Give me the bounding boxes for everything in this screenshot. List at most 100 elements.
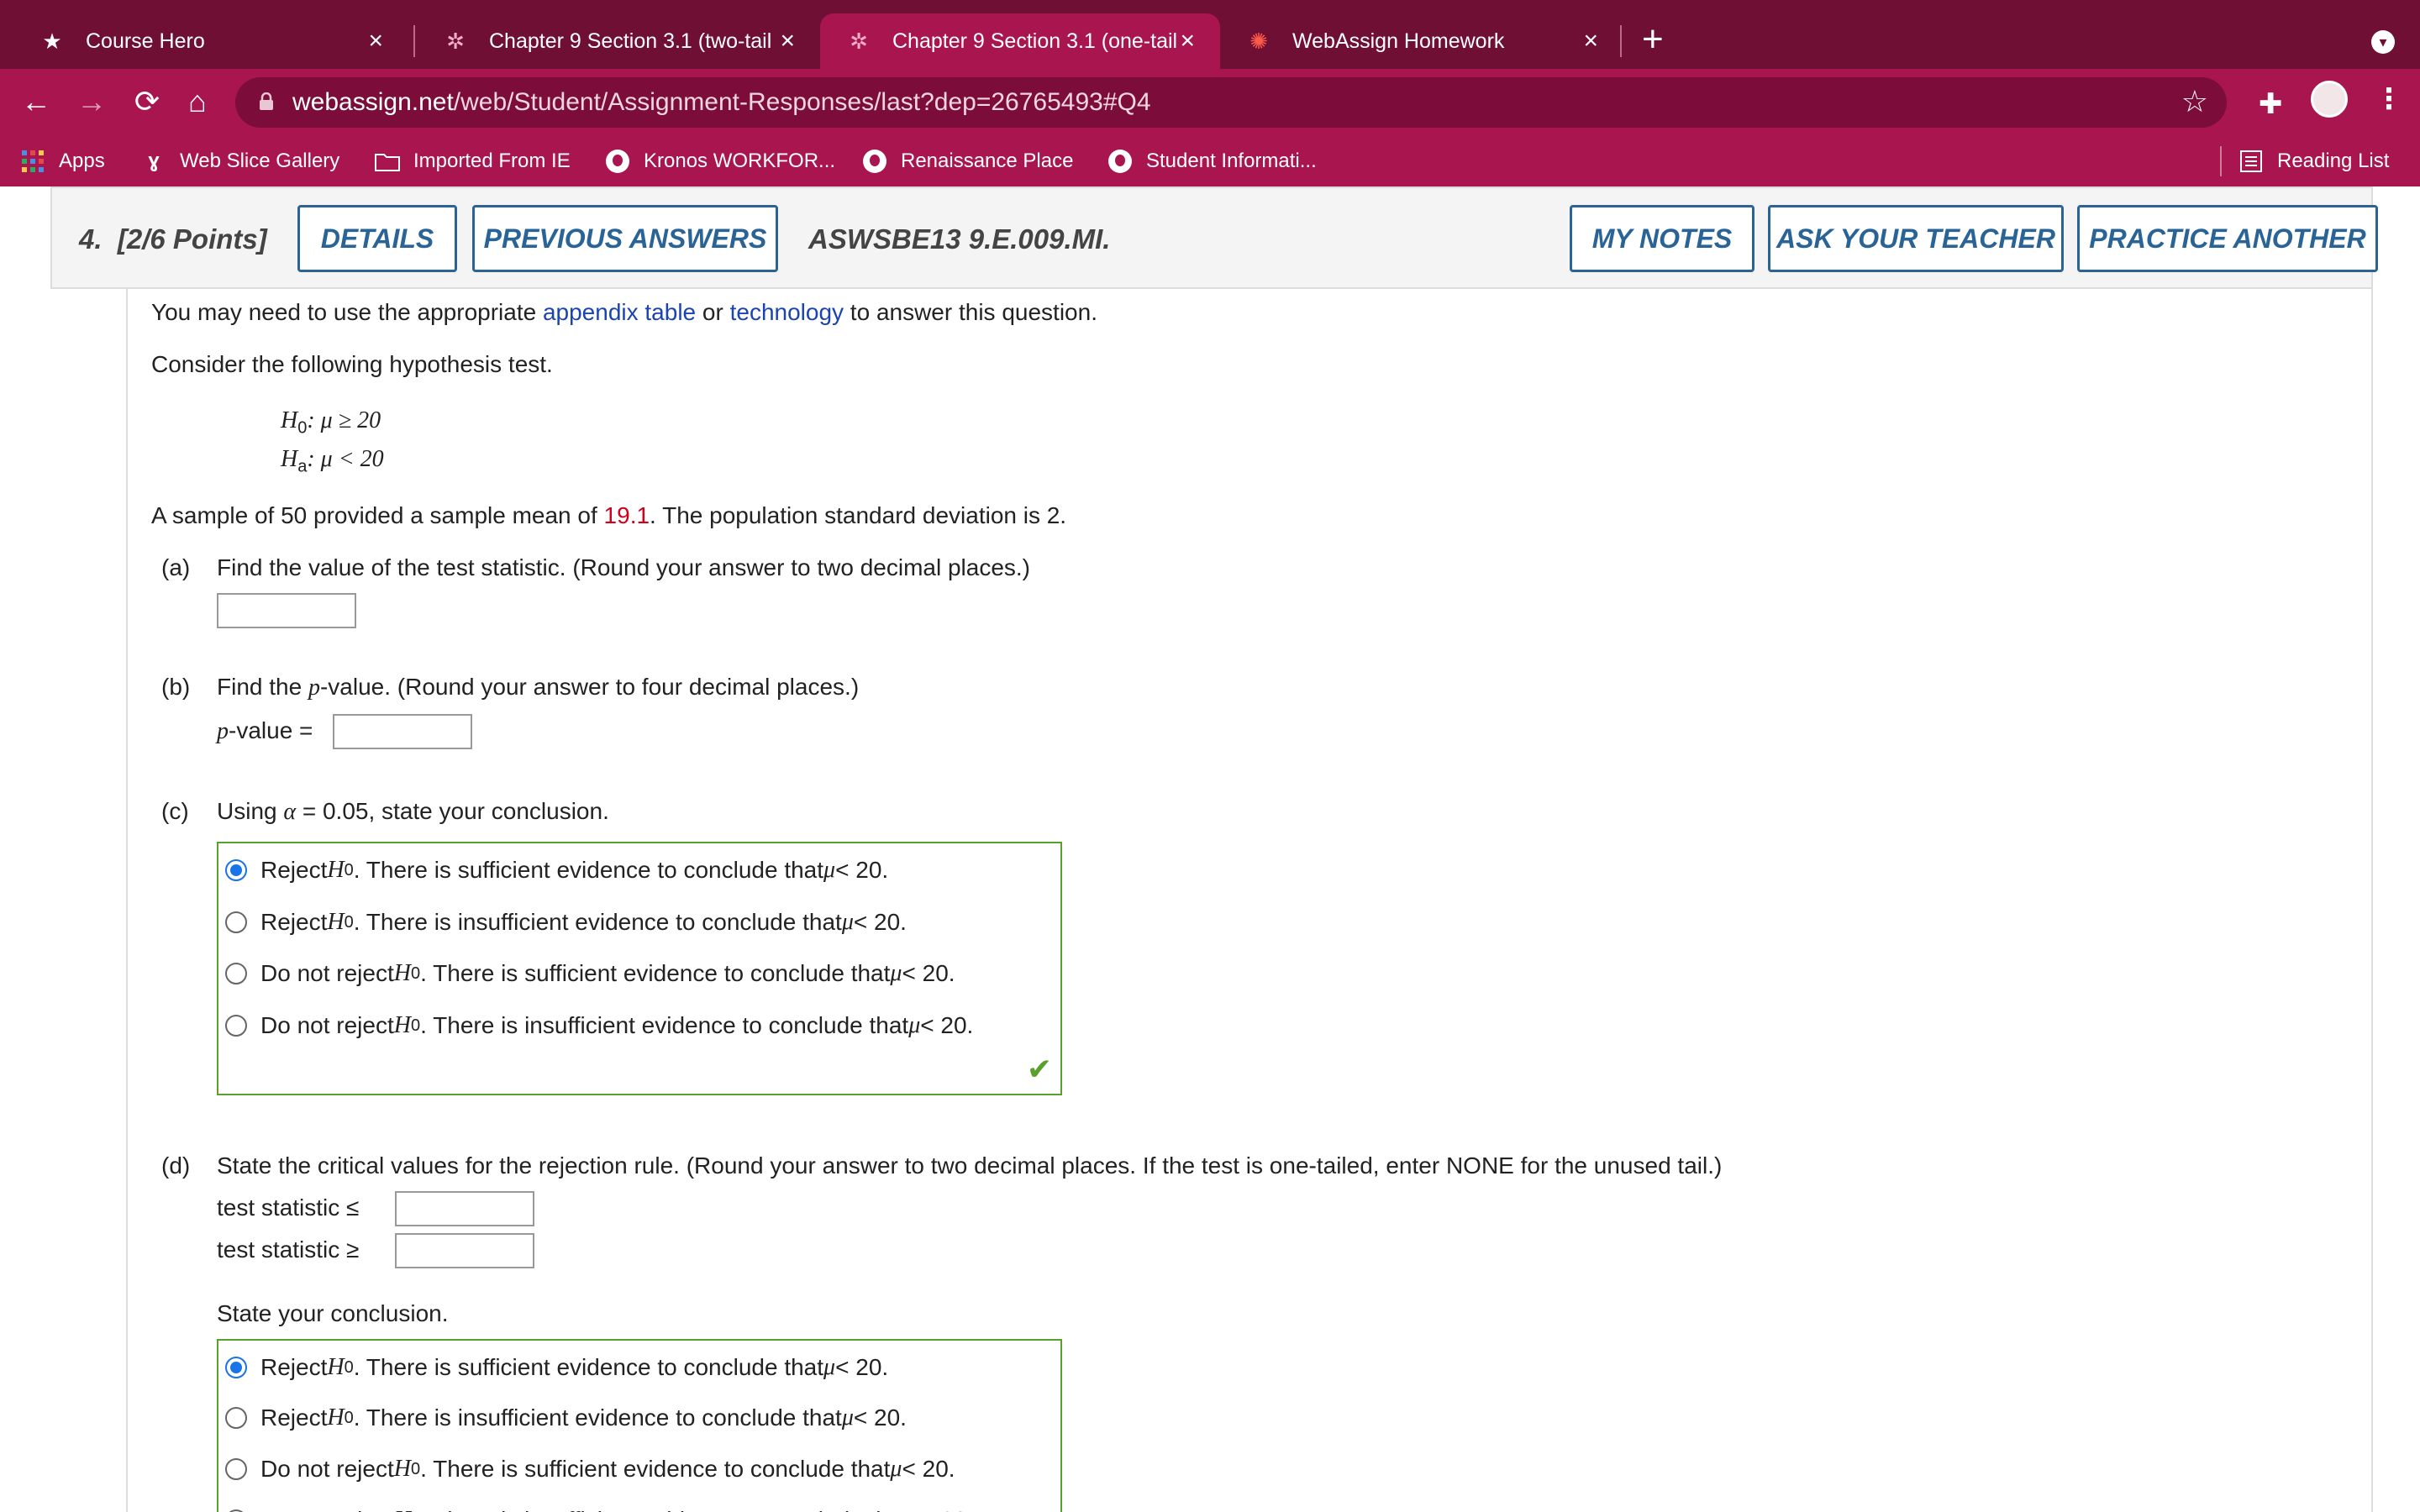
back-icon[interactable]: ←	[15, 81, 57, 123]
previous-answers-button[interactable]: PREVIOUS ANSWERS	[472, 205, 778, 272]
choice-d-1[interactable]: Reject H0. There is sufficient evidence …	[225, 1351, 888, 1384]
details-button[interactable]: DETAILS	[297, 205, 457, 272]
tab-title: Course Hero	[86, 29, 205, 53]
forward-icon[interactable]: →	[71, 81, 113, 123]
radio-button[interactable]	[225, 1407, 247, 1429]
bookmark-label: Kronos WORKFOR...	[644, 150, 836, 172]
choice-c-1[interactable]: Reject H0. There is sufficient evidence …	[225, 853, 888, 887]
technology-link[interactable]: technology	[730, 299, 844, 325]
tab-title: Chapter 9 Section 3.1 (two-tail	[489, 29, 772, 53]
radio-button[interactable]	[225, 911, 247, 933]
bookmark-imported-from-ie[interactable]: Imported From IE	[375, 146, 571, 176]
tab-chapter-one-tail[interactable]: ✲ Chapter 9 Section 3.1 (one-tail ×	[820, 13, 1220, 69]
reload-icon[interactable]: ⟳	[126, 81, 168, 123]
consider-text: Consider the following hypothesis test.	[151, 351, 553, 377]
bookmarks-bar: Apps ɣ Web Slice Gallery Imported From I…	[0, 136, 2420, 186]
tab-chapter-two-tail[interactable]: ✲ Chapter 9 Section 3.1 (two-tail ×	[417, 13, 820, 69]
tab-separator	[413, 25, 415, 57]
close-icon[interactable]: ×	[1180, 27, 1195, 55]
close-icon[interactable]: ×	[368, 27, 383, 55]
radio-button[interactable]	[225, 859, 247, 881]
reading-list-icon	[2238, 149, 2264, 174]
tab-course-hero[interactable]: ★ Course Hero ×	[13, 13, 408, 69]
bookmark-apps[interactable]: Apps	[20, 146, 105, 176]
reading-list-label: Reading List	[2277, 150, 2390, 172]
calculator-icon: ✲	[850, 28, 868, 54]
close-icon[interactable]: ×	[780, 27, 795, 55]
browser-toolbar: ← → ⟳ ⌂ webassign.net/web/Student/Assign…	[0, 69, 2420, 136]
my-notes-button[interactable]: MY NOTES	[1570, 205, 1754, 272]
choice-d-4[interactable]: Do not reject H0. There is insufficient …	[225, 1504, 973, 1512]
bookmark-kronos[interactable]: Kronos WORKFOR...	[605, 146, 835, 176]
url-text: webassign.net/web/Student/Assignment-Res…	[292, 88, 1151, 116]
home-icon[interactable]: ⌂	[176, 81, 218, 123]
part-d-label: (d)	[161, 1152, 191, 1179]
critical-value-lower-input[interactable]	[395, 1191, 534, 1226]
state-conclusion-text: State your conclusion.	[217, 1300, 449, 1326]
test-statistic-le-label: test statistic ≤	[217, 1194, 360, 1221]
bookmark-star-icon[interactable]: ☆	[2181, 84, 2208, 119]
part-d-text: State the critical values for the reject…	[217, 1152, 1723, 1179]
profile-avatar[interactable]	[2311, 81, 2348, 118]
bookmark-renaissance-place[interactable]: Renaissance Place	[862, 146, 1073, 176]
choice-c-2[interactable]: Reject H0. There is insufficient evidenc…	[225, 906, 907, 939]
choice-d-3[interactable]: Do not reject H0. There is sufficient ev…	[225, 1452, 955, 1486]
test-statistic-ge-label: test statistic ≥	[217, 1236, 360, 1263]
radio-button[interactable]	[225, 1458, 247, 1480]
menu-icon[interactable]: ⋮	[2375, 82, 2403, 116]
extensions-icon[interactable]: ✚	[2259, 87, 2283, 121]
address-bar[interactable]: webassign.net/web/Student/Assignment-Res…	[235, 77, 2227, 128]
intro-text: You may need to use the appropriate appe…	[151, 299, 1097, 325]
calculator-icon: ✲	[446, 28, 465, 54]
globe-icon	[605, 149, 630, 174]
p-value-input[interactable]	[333, 714, 472, 749]
bookmark-label: Web Slice Gallery	[180, 150, 340, 172]
bookmark-label: Imported From IE	[413, 150, 571, 172]
conclusion-choices-d: Reject H0. There is sufficient evidence …	[217, 1339, 1062, 1512]
radio-button[interactable]	[225, 1357, 247, 1378]
critical-value-upper-input[interactable]	[395, 1233, 534, 1268]
question-points: [2/6 Points]	[117, 223, 267, 255]
choice-d-2[interactable]: Reject H0. There is insufficient evidenc…	[225, 1401, 907, 1435]
part-b-text: Find the p-value. (Round your answer to …	[217, 674, 860, 701]
folder-icon	[375, 149, 400, 174]
globe-icon	[862, 149, 887, 174]
sample-mean-value: 19.1	[603, 502, 650, 528]
tab-webassign-homework[interactable]: ✺ WebAssign Homework ×	[1220, 13, 1623, 69]
apps-grid-icon	[20, 149, 45, 174]
conclusion-choices-c: Reject H0. There is sufficient evidence …	[217, 842, 1062, 1095]
question-code: ASWSBE13 9.E.009.MI.	[808, 223, 1111, 255]
part-a-label: (a)	[161, 554, 191, 580]
part-b-label: (b)	[161, 674, 191, 700]
test-statistic-input[interactable]	[217, 593, 356, 628]
appendix-table-link[interactable]: appendix table	[543, 299, 696, 325]
reading-list[interactable]: Reading List	[2238, 146, 2389, 176]
choice-c-3[interactable]: Do not reject H0. There is sufficient ev…	[225, 957, 955, 990]
close-icon[interactable]: ×	[1583, 27, 1598, 55]
sample-text: A sample of 50 provided a sample mean of…	[151, 502, 1067, 528]
part-c-label: (c)	[161, 798, 189, 824]
radio-button[interactable]	[225, 963, 247, 984]
web-slice-icon: ɣ	[148, 150, 160, 172]
alternative-hypothesis: Ha: μ < 20	[281, 446, 384, 476]
radio-button[interactable]	[225, 1015, 247, 1037]
bookmark-label: Apps	[59, 150, 105, 172]
choice-c-4[interactable]: Do not reject H0. There is insufficient …	[225, 1009, 973, 1042]
practice-another-button[interactable]: PRACTICE ANOTHER	[2077, 205, 2378, 272]
bookmark-web-slice-gallery[interactable]: ɣ Web Slice Gallery	[141, 146, 339, 176]
part-a-text: Find the value of the test statistic. (R…	[217, 554, 1031, 580]
null-hypothesis: H0: μ ≥ 20	[281, 407, 381, 438]
tab-title: Chapter 9 Section 3.1 (one-tail	[892, 29, 1178, 53]
star-icon: ★	[42, 28, 62, 54]
new-tab-button[interactable]: +	[1642, 18, 1664, 60]
question-number: 4. [2/6 Points]	[79, 223, 267, 255]
tab-search-icon[interactable]: ▾	[2371, 30, 2395, 54]
bookmark-label: Renaissance Place	[901, 150, 1074, 172]
ask-your-teacher-button[interactable]: ASK YOUR TEACHER	[1768, 205, 2064, 272]
webassign-icon: ✺	[1249, 28, 1268, 54]
tab-title: WebAssign Homework	[1292, 29, 1505, 53]
bookmark-student-information[interactable]: Student Informati...	[1107, 146, 1317, 176]
bookmark-label: Student Informati...	[1146, 150, 1317, 172]
p-value-label: p-value =	[217, 717, 313, 744]
tab-bar: ★ Course Hero × ✲ Chapter 9 Section 3.1 …	[0, 0, 2420, 69]
